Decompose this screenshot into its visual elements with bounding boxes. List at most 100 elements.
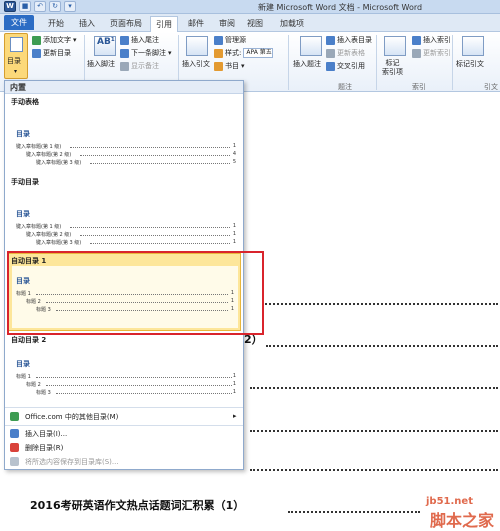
word-app-icon[interactable]: W [4, 1, 16, 12]
insert-caption-button[interactable]: 插入题注 [293, 59, 321, 69]
toc-preview-number: 1 [232, 223, 236, 229]
bibliography-icon [214, 61, 223, 71]
mark-citation-button[interactable]: 标记引文 [456, 59, 484, 69]
toc-preview-number: 1 [232, 239, 236, 245]
next-footnote-icon [120, 48, 129, 58]
tab-home[interactable]: 开始 [42, 16, 70, 32]
toc-preview-number: 1 [232, 381, 236, 387]
insert-toc-label: 插入目录(I)... [25, 430, 68, 438]
toc-leader-line [262, 303, 498, 305]
tab-file[interactable]: 文件 [4, 15, 34, 30]
tab-page-layout[interactable]: 页面布局 [106, 16, 146, 32]
toc-preview-number: 1 [232, 389, 236, 395]
gallery-item-title: 手动目录 [11, 178, 39, 186]
insert-index-button[interactable]: 插入索引 [412, 35, 451, 45]
update-toc-label: 更新目录 [43, 49, 71, 57]
save-icon[interactable]: ■ [19, 1, 31, 12]
undo-icon[interactable]: ↶ [34, 1, 46, 12]
toc-preview-heading: 目录 [16, 360, 30, 368]
insert-citation-button[interactable]: 插入引文 [182, 59, 210, 69]
cross-reference-label: 交叉引用 [337, 62, 365, 70]
toc-preview-heading: 目录 [16, 210, 30, 218]
show-notes-button[interactable]: 显示备注 [120, 61, 159, 71]
office-globe-icon [10, 412, 19, 421]
caption-group-label: 题注 [338, 83, 352, 91]
add-text-icon [32, 35, 41, 45]
toc-preview-leader [36, 377, 232, 378]
tab-insert[interactable]: 插入 [76, 16, 98, 32]
gallery-item-title: 自动目录 2 [11, 336, 47, 344]
next-footnote-button[interactable]: 下一条脚注 ▾ [120, 48, 172, 58]
tab-mailings[interactable]: 邮件 [184, 16, 208, 32]
save-selection-menu-item[interactable]: 将所选内容保存到目录库(S)... [5, 457, 243, 467]
watermark-name: 脚本之家 [430, 511, 495, 530]
toc-preview-leader [70, 147, 230, 148]
tab-review[interactable]: 审阅 [216, 16, 238, 32]
gallery-item-manual-toc[interactable]: 手动目录 目录 键入章标题(第 1 级) 1 键入章标题(第 2 级) 1 键入… [8, 175, 240, 253]
chevron-right-icon: ▸ [233, 412, 237, 420]
toc-preview-entry: 标题 1 [16, 374, 31, 380]
group-separator [452, 35, 453, 90]
insert-toc-icon [10, 429, 19, 438]
bibliography-button[interactable]: 书目 ▾ [214, 61, 245, 71]
remove-toc-menu-item[interactable]: 删除目录(R) [5, 443, 243, 453]
insert-footnote-button[interactable]: 插入脚注 [87, 59, 115, 69]
watermark-site: jb51.net [426, 496, 473, 507]
insert-toc-menu-item[interactable]: 插入目录(I)... [5, 429, 243, 439]
index-group-label: 索引 [412, 83, 426, 91]
window-title: 新建 Microsoft Word 文档 - Microsoft Word [258, 3, 423, 12]
remove-toc-label: 删除目录(R) [25, 444, 64, 452]
title-bar: W ■ ↶ ↻ ▾ 新建 Microsoft Word 文档 - Microso… [0, 0, 500, 14]
style-selector[interactable]: 样式: APA 第五 [214, 48, 274, 58]
citation-group-label: 引文 [484, 83, 498, 91]
redo-icon[interactable]: ↻ [49, 1, 61, 12]
style-icon [214, 48, 223, 58]
style-label: 样式: [225, 49, 242, 57]
style-dropdown[interactable]: APA 第五 [243, 48, 274, 58]
toc-button[interactable]: 目录 ▾ [4, 33, 28, 79]
toc-preview-leader [46, 385, 232, 386]
add-text-button[interactable]: 添加文字 ▾ [32, 35, 77, 45]
gallery-item-manual-table[interactable]: 手动表格 目录 键入章标题(第 1 级) 1 键入章标题(第 2 级) 4 键入… [8, 95, 240, 175]
office-more-label: Office.com 中的其他目录(M) [25, 413, 119, 421]
bibliography-label: 书目 [225, 62, 239, 70]
toc-preview-number: 1 [232, 231, 236, 237]
mark-entry-button[interactable]: 标记 索引项 [382, 59, 403, 77]
tab-references[interactable]: 引用 [150, 16, 178, 33]
toc-preview-entry: 键入章标题(第 2 级) [26, 152, 72, 158]
update-table-button[interactable]: 更新表格 [326, 48, 365, 58]
toc-preview-heading: 目录 [16, 130, 30, 138]
toc-preview-leader [90, 243, 230, 244]
update-index-button[interactable]: 更新索引 [412, 48, 451, 58]
update-toc-button[interactable]: 更新目录 [32, 48, 71, 58]
cross-reference-button[interactable]: 交叉引用 [326, 61, 365, 71]
add-text-label: 添加文字 [43, 36, 71, 44]
toc-preview-leader [80, 155, 230, 156]
tab-view[interactable]: 视图 [244, 16, 266, 32]
cross-reference-icon [326, 61, 335, 71]
show-notes-label: 显示备注 [131, 62, 159, 70]
gallery-divider [5, 425, 243, 426]
update-index-icon [412, 48, 421, 58]
insert-endnote-button[interactable]: 插入尾注 [120, 35, 159, 45]
manage-sources-label: 管理源 [225, 36, 246, 44]
insert-table-of-figures-label: 插入表目录 [337, 36, 372, 44]
selection-highlight-box [7, 251, 264, 335]
customize-qat-icon[interactable]: ▾ [64, 1, 76, 12]
office-more-toc-menu-item[interactable]: Office.com 中的其他目录(M) ▸ [5, 412, 243, 422]
show-notes-icon [120, 61, 129, 71]
tab-addins[interactable]: 加载项 [274, 16, 310, 32]
gallery-item-auto-toc-2[interactable]: 自动目录 2 目录 标题 1 1 标题 2 1 标题 3 1 [8, 333, 240, 409]
manage-sources-button[interactable]: 管理源 [214, 35, 246, 45]
toc-leader-line [288, 511, 420, 513]
toc-preview-leader [56, 393, 232, 394]
update-toc-icon [32, 48, 41, 58]
gallery-item-title: 手动表格 [11, 98, 39, 106]
gallery-divider [5, 407, 243, 408]
insert-table-of-figures-button[interactable]: 插入表目录 [326, 35, 372, 45]
toc-preview-entry: 标题 3 [36, 390, 51, 396]
chevron-down-icon: ▾ [168, 49, 172, 57]
toc-preview-entry: 键入章标题(第 2 级) [26, 232, 72, 238]
save-selection-label: 将所选内容保存到目录库(S)... [25, 458, 119, 466]
update-table-icon [326, 48, 335, 58]
